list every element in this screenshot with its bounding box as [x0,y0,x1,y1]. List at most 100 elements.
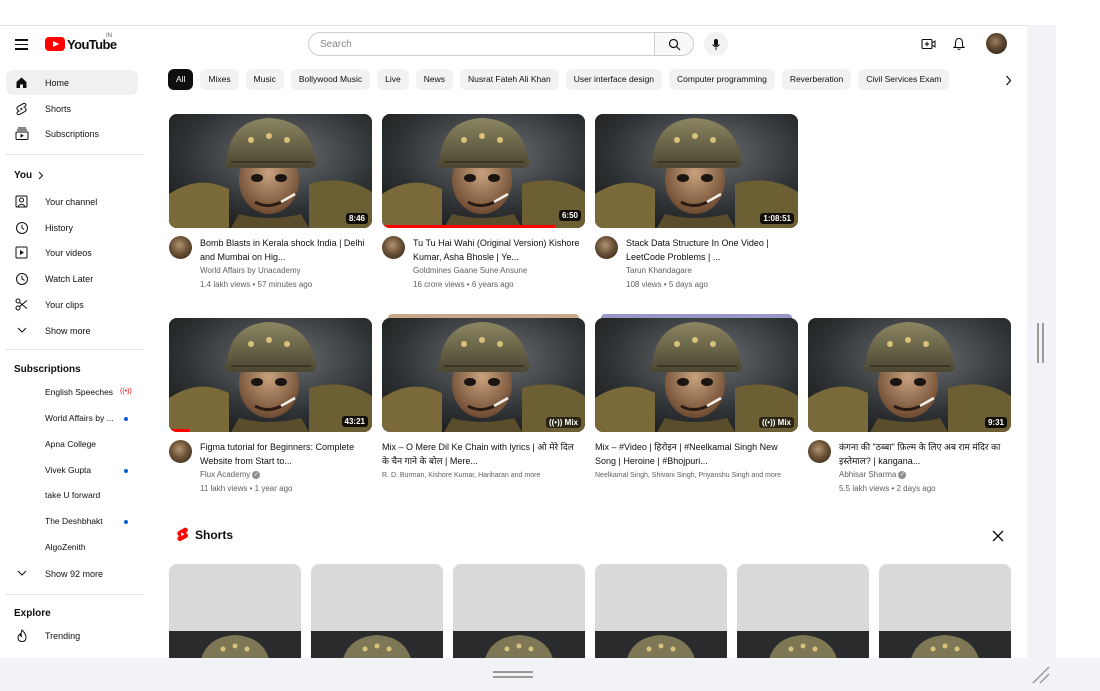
subscription-algozenith[interactable]: AlgoZenith [6,537,138,559]
sidebar-item-show-more-subscriptions[interactable]: Show 92 more [6,561,138,586]
video-title[interactable]: Tu Tu Hai Wahi (Original Version) Kishor… [413,236,583,264]
video-title[interactable]: Figma tutorial for Beginners: Complete W… [200,440,370,468]
short-card[interactable] [311,564,443,658]
sidebar-item-your-channel[interactable]: Your channel [6,189,138,214]
video-thumbnail[interactable]: 6:50 [382,114,585,228]
subscription-take-u-forward[interactable]: take U forward [6,485,138,507]
channel-avatar[interactable] [382,236,405,259]
video-title[interactable]: Mix – O Mere Dil Ke Chain with lyrics | … [382,440,582,468]
panel-resize-handle[interactable] [1037,323,1045,363]
video-title[interactable]: Stack Data Structure In One Video | Leet… [626,236,796,264]
short-card[interactable] [453,564,585,658]
verified-icon: ✓ [898,470,907,479]
chip-nusrat-fateh-ali-khan[interactable]: Nusrat Fateh Ali Khan [460,69,559,90]
video-title[interactable]: Mix – #Video | हिरोइन | #Neelkamal Singh… [595,440,795,468]
create-button[interactable] [918,34,938,54]
close-shorts-button[interactable] [990,528,1006,544]
subscription-label: The Deshbhakt [45,516,103,526]
video-thumbnail[interactable]: 43:21 [169,318,372,432]
chips-next-button[interactable] [998,70,1018,90]
search-input[interactable] [308,32,654,56]
channel-avatar[interactable] [169,236,192,259]
mix-card[interactable]: ((•)) Mix Mix – O Mere Dil Ke Chain with… [382,314,585,479]
shorts-shelf-header: Shorts [176,527,233,542]
chip-music[interactable]: Music [245,69,284,90]
channel-name[interactable]: Flux Academy ✓ [200,470,261,479]
video-thumbnail[interactable]: ((•)) Mix [382,318,585,432]
short-thumbnail [737,631,869,658]
video-thumbnail[interactable]: 9:31 [808,318,1011,432]
youtube-logo[interactable]: YouTube IN [45,33,117,53]
channel-name-text: Abhisar Sharma [839,470,897,479]
video-card[interactable]: 43:21 Figma tutorial for Beginners: Comp… [169,318,372,493]
sidebar-item-show-more[interactable]: Show more [6,318,138,343]
you-section-header[interactable]: You [14,170,44,181]
chip-bollywood-music[interactable]: Bollywood Music [290,69,371,90]
search-button[interactable] [654,32,694,56]
channel-avatar[interactable] [808,440,831,463]
subscription-label: take U forward [45,490,101,500]
mix-card[interactable]: ((•)) Mix Mix – #Video | हिरोइन | #Neelk… [595,314,798,479]
video-card[interactable]: 8:46 Bomb Blasts in Kerala shock India |… [169,114,372,289]
subscription-vivek-gupta[interactable]: Vivek Gupta [6,460,138,482]
video-title[interactable]: कंगना की "ठब्बा" फ़िल्म के लिए अब राम मं… [839,440,1009,468]
chip-reverberation[interactable]: Reverberation [781,69,852,90]
channel-avatar[interactable] [169,440,192,463]
explore-section-header: Explore [14,608,51,619]
voice-search-button[interactable] [704,32,728,56]
video-meta: 108 views • 5 days ago [626,280,708,289]
channel-name[interactable]: World Affairs by Unacademy [200,266,301,275]
video-title[interactable]: Bomb Blasts in Kerala shock India | Delh… [200,236,370,264]
video-thumbnail[interactable]: 1:08:51 [595,114,798,228]
menu-icon[interactable] [12,34,32,54]
video-card[interactable]: 1:08:51 Stack Data Structure In One Vide… [595,114,798,289]
scissors-icon [14,297,29,312]
sidebar-item-label: Your videos [45,247,92,258]
you-heading: You [14,170,33,181]
video-thumbnail[interactable]: ((•)) Mix [595,318,798,432]
sidebar-item-subscriptions[interactable]: Subscriptions [6,121,138,146]
sidebar-item-history[interactable]: History [6,215,138,240]
sidebar: Home Shorts Subscriptions You Your chann… [0,62,150,658]
new-content-dot [124,417,128,421]
subscription-world-affairs[interactable]: World Affairs by ... [6,408,138,430]
subscription-the-deshbhakt[interactable]: The Deshbhakt [6,511,138,533]
channel-avatar[interactable] [595,236,618,259]
video-meta: 1.4 lakh views • 57 minutes ago [200,280,313,289]
channel-name[interactable]: Abhisar Sharma ✓ [839,470,907,479]
sidebar-item-your-videos[interactable]: Your videos [6,240,138,265]
chip-computer-programming[interactable]: Computer programming [669,69,775,90]
video-meta: 16 crore views • 6 years ago [413,280,514,289]
chip-civil-services-exam[interactable]: Civil Services Exam [858,69,950,90]
sidebar-item-your-clips[interactable]: Your clips [6,292,138,317]
video-card[interactable]: 6:50 Tu Tu Hai Wahi (Original Version) K… [382,114,585,289]
sidebar-item-shorts[interactable]: Shorts [6,96,138,121]
channel-name[interactable]: Goldmines Gaane Sune Ansune [413,266,527,275]
resize-corner-icon[interactable] [1030,664,1052,686]
subscription-english-speeches[interactable]: English Speeches ((•)) [6,382,138,404]
video-thumbnail[interactable]: 8:46 [169,114,372,228]
home-icon [14,75,29,90]
channel-name[interactable]: Tarun Khandagare [626,266,692,275]
short-card[interactable] [595,564,727,658]
chip-user-interface-design[interactable]: User interface design [565,69,663,90]
account-avatar[interactable] [986,33,1007,54]
short-card[interactable] [737,564,869,658]
chip-live[interactable]: Live [377,69,409,90]
video-card[interactable]: 9:31 कंगना की "ठब्बा" फ़िल्म के लिए अब र… [808,318,1011,493]
subscription-apna-college[interactable]: Apna College [6,434,138,456]
sidebar-item-trending[interactable]: Trending [6,623,138,648]
chip-news[interactable]: News [415,69,454,90]
chip-all[interactable]: All [168,69,194,90]
chip-mixes[interactable]: Mixes [200,69,239,90]
sidebar-item-home[interactable]: Home [6,70,138,95]
trending-icon [14,628,29,643]
thumbnail-image [169,114,372,228]
your-videos-icon [14,245,29,260]
sidebar-item-watch-later[interactable]: Watch Later [6,266,138,291]
thumbnail-image [169,318,372,432]
bottom-resize-handle[interactable] [493,670,533,680]
short-card[interactable] [169,564,301,658]
notifications-button[interactable] [949,34,969,54]
short-card[interactable] [879,564,1011,658]
